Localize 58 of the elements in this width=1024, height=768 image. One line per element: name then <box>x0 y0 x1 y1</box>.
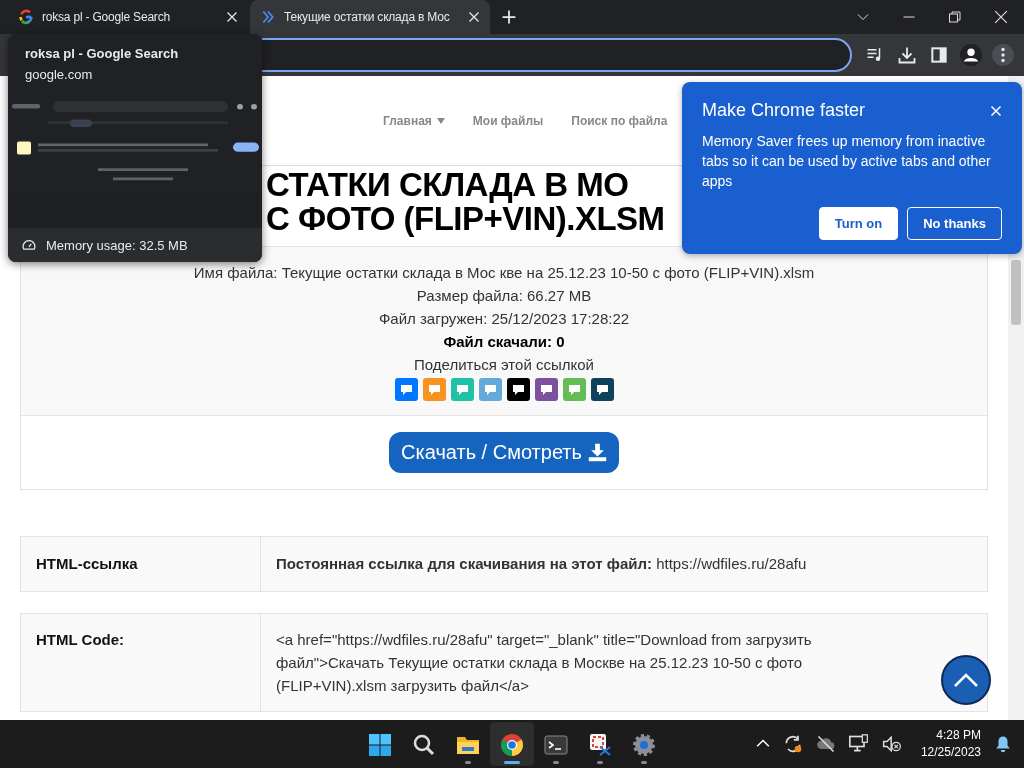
popup-body: Memory Saver frees up memory from inactive tabs so it can be used by active tabs and other apps <box>702 132 992 191</box>
double-chevron-icon <box>260 9 276 25</box>
chrome-icon <box>500 732 524 757</box>
close-icon <box>990 104 1002 117</box>
download-icon <box>587 443 607 462</box>
taskbar-app[interactable] <box>490 722 534 766</box>
row-label: HTML-ссылка <box>21 537 261 591</box>
share-icon[interactable] <box>534 378 558 401</box>
close-icon <box>468 11 480 23</box>
share-icon[interactable] <box>590 378 614 401</box>
popup-button[interactable]: No thanks <box>907 207 1002 240</box>
file-info-text: Файл скачали: 0 <box>443 332 565 352</box>
download-button[interactable]: Скачать / Смотреть <box>389 432 619 473</box>
download-icon <box>898 46 916 64</box>
windows-icon <box>368 732 392 757</box>
file-info-text: Файл загружен: 25/12/2023 17:28:22 <box>378 309 630 329</box>
network-icon <box>848 734 869 754</box>
search-icon <box>412 732 436 757</box>
chevron-up-icon <box>953 672 979 688</box>
address-bar[interactable] <box>262 38 852 72</box>
bell-icon <box>994 735 1012 753</box>
plus-icon <box>502 10 516 24</box>
hover-card-title: roksa pl - Google Search <box>24 45 180 61</box>
row-value: Постоянная ссылка для скачивания на этот файл: https://wdfiles.ru/28afu <box>275 554 808 574</box>
page-title: СТАТКИ СКЛАДА В МО <box>266 168 629 202</box>
scissors-icon <box>588 732 612 757</box>
memory-usage-text: Memory usage: 32.5 MB <box>46 237 188 253</box>
nav-link[interactable]: Поиск по файла <box>571 113 668 128</box>
row-label: HTML Code: <box>21 614 261 711</box>
clock-time: 4:28 PM <box>936 727 981 744</box>
scrollbar-thumb[interactable] <box>1011 260 1021 325</box>
popup-title: Make Chrome faster <box>702 100 866 121</box>
clock-date: 12/25/2023 <box>920 744 981 761</box>
restore-icon <box>949 11 961 23</box>
nav-link[interactable]: Мои файлы <box>472 113 544 128</box>
share-icon[interactable] <box>506 378 530 401</box>
google-logo-icon <box>18 9 34 25</box>
terminal-icon <box>544 732 568 757</box>
page-title: С ФОТО (FLIP+VIN).XLSM <box>266 202 665 236</box>
chevron-down-icon <box>857 11 869 23</box>
close-icon <box>994 10 1008 24</box>
nav-link[interactable]: Главная <box>383 113 445 128</box>
hover-card-domain: google.com <box>24 66 94 84</box>
popup-button[interactable]: Turn on <box>818 207 899 240</box>
menu-icon <box>992 44 1014 66</box>
browser-tab[interactable]: Текущие остатки склада в Мос <box>250 0 490 34</box>
file-info-text: Поделиться этой ссылкой <box>414 355 594 375</box>
gauge-icon <box>22 238 36 252</box>
gear-icon <box>632 732 656 757</box>
file-info-text: Размер файла: 66.27 MB <box>416 286 592 306</box>
row-value: <a href="https://wdfiles.ru/28afu" target="_blank" title="Download from загрузить файл">Скачать Текущие остатки склада в Москве на 25.12.23 10-50 с фото (FLIP+VIN).xlsm загрузить файл</a> <box>275 630 813 696</box>
side-panel-icon <box>931 47 947 63</box>
close-icon <box>226 11 238 23</box>
mute-icon <box>881 734 902 754</box>
cloud-off-icon <box>815 734 836 754</box>
file-info-text: Имя файла: Текущие остатки склада в Мос кве на 25.12.23 10-50 с фото (FLIP+VIN).xlsm <box>193 263 815 283</box>
browser-tab[interactable]: roksa pl - Google Search <box>8 0 248 34</box>
profile-icon <box>960 44 982 66</box>
